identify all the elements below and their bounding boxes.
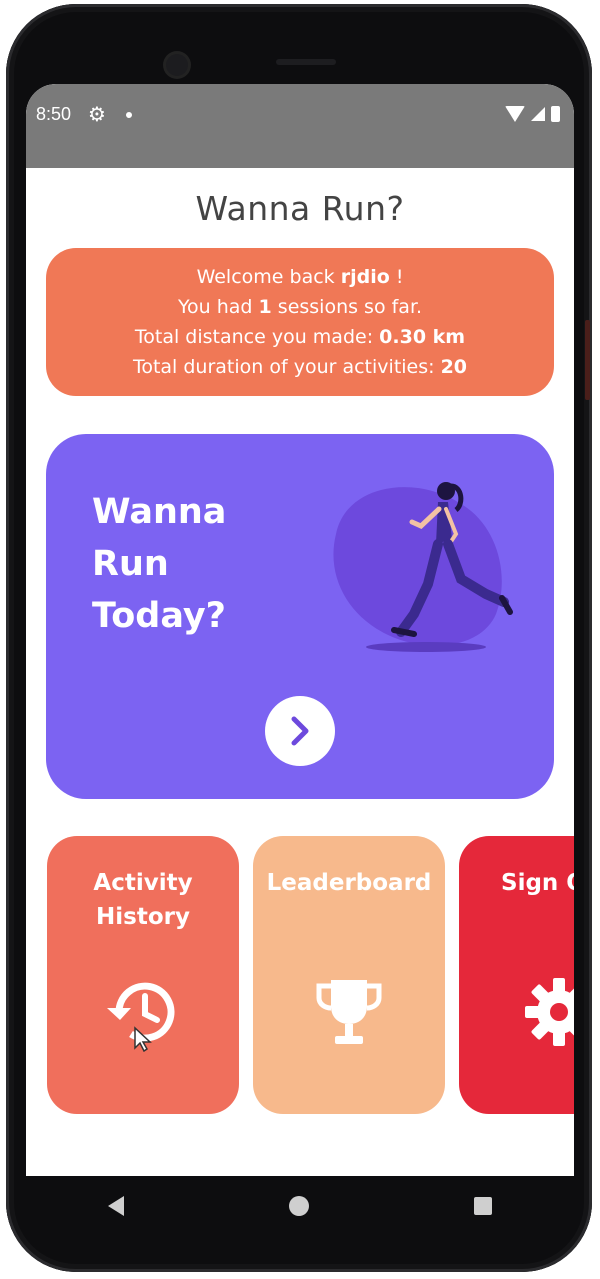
run-card-line3: Today? xyxy=(92,596,226,636)
feature-tiles: Activity History Leaderboard Sign xyxy=(26,836,574,1116)
run-card-line2: Run xyxy=(92,544,169,584)
history-icon xyxy=(107,982,175,1052)
tile-label-line2: History xyxy=(96,904,190,930)
tile-label-line1: Leaderboard xyxy=(266,870,432,896)
page-title: Wanna Run? xyxy=(195,189,405,228)
sessions-line: You had 1 sessions so far. xyxy=(178,292,422,322)
duration-value: 20 xyxy=(440,356,468,378)
runner-illustration xyxy=(333,482,513,652)
distance-prefix: Total distance you made: xyxy=(134,326,380,348)
sessions-prefix: You had xyxy=(177,296,259,318)
status-bar: 8:50 ⚙ xyxy=(26,84,574,168)
settings-notification-icon: ⚙ xyxy=(88,102,106,126)
status-time: 8:50 xyxy=(36,104,72,124)
distance-value: 0.30 km xyxy=(379,326,466,348)
wifi-icon xyxy=(505,106,525,122)
gear-icon xyxy=(525,978,574,1046)
front-camera xyxy=(166,54,188,76)
back-icon[interactable] xyxy=(108,1196,125,1216)
status-icons xyxy=(505,106,560,122)
tile-label: Leaderboard xyxy=(253,866,445,900)
distance-line: Total distance you made: 0.30 km xyxy=(135,322,465,352)
run-card-heading: Wanna Run Today? xyxy=(92,486,262,642)
start-run-button[interactable] xyxy=(265,696,335,766)
app-screen: 8:50 ⚙ Wanna Run? Welcome back rjdio ! Y… xyxy=(26,84,574,1176)
welcome-prefix: Welcome back xyxy=(196,266,341,288)
notification-dot-icon xyxy=(126,112,132,118)
recent-apps-icon[interactable] xyxy=(473,1197,492,1215)
tile-label-line1: Activity xyxy=(93,870,193,896)
sessions-suffix: sessions so far. xyxy=(271,296,423,318)
username: rjdio xyxy=(340,266,390,288)
tile-label-line1: Sign O xyxy=(501,870,574,896)
power-button xyxy=(585,320,590,400)
battery-icon xyxy=(551,106,560,122)
start-run-card[interactable]: Wanna Run Today? xyxy=(46,434,554,799)
leaderboard-tile[interactable]: Leaderboard xyxy=(253,836,445,1114)
earpiece-speaker xyxy=(276,59,336,65)
system-navigation-bar xyxy=(26,1176,574,1236)
sessions-count: 1 xyxy=(258,296,272,318)
welcome-suffix: ! xyxy=(389,266,404,288)
trophy-icon xyxy=(316,980,382,1044)
cell-signal-icon xyxy=(531,107,545,121)
tile-label: Activity History xyxy=(47,866,239,934)
duration-prefix: Total duration of your activities: xyxy=(132,356,441,378)
tile-label: Sign O xyxy=(501,866,574,900)
welcome-line: Welcome back rjdio ! xyxy=(197,262,404,292)
duration-line: Total duration of your activities: 20 xyxy=(133,352,467,382)
welcome-summary-card: Welcome back rjdio ! You had 1 sessions … xyxy=(46,248,554,396)
sign-out-tile[interactable]: Sign O xyxy=(459,836,574,1114)
run-card-line1: Wanna xyxy=(92,492,227,532)
chevron-right-icon xyxy=(291,716,309,746)
activity-history-tile[interactable]: Activity History xyxy=(47,836,239,1114)
home-icon[interactable] xyxy=(288,1196,309,1216)
